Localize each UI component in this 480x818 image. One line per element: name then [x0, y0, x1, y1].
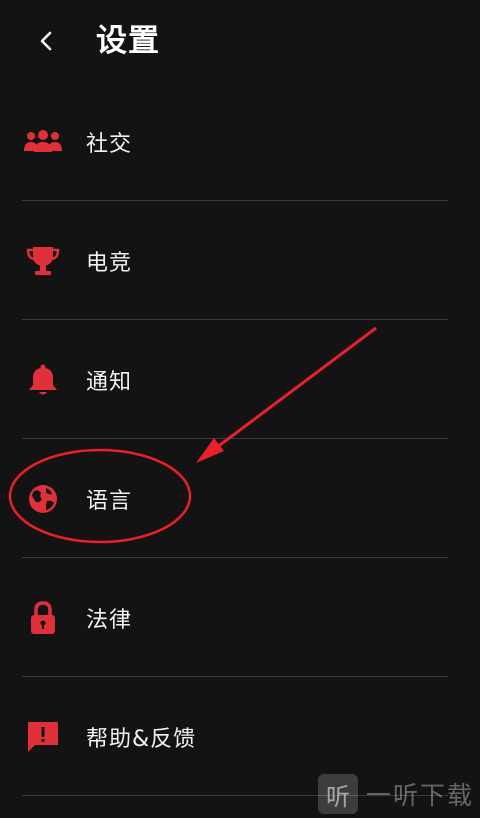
- menu-item-label: 通知: [86, 369, 133, 395]
- watermark: 听 一听下载: [316, 770, 480, 818]
- menu-item-label: 语言: [86, 488, 133, 514]
- watermark-logo: 听: [318, 774, 358, 814]
- back-button[interactable]: [26, 20, 68, 62]
- feedback-exclamation-icon: [22, 716, 64, 758]
- menu-item-label: 帮助&反馈: [86, 726, 197, 752]
- menu-item-language[interactable]: 语言: [0, 439, 480, 558]
- settings-menu: 社交 电竞 通知 语言 法律 帮助&反馈: [0, 82, 480, 796]
- page-title: 设置: [96, 23, 160, 59]
- menu-item-label: 社交: [86, 131, 133, 157]
- menu-item-label: 电竞: [86, 250, 133, 276]
- people-group-icon: [22, 121, 64, 163]
- menu-item-esports[interactable]: 电竞: [0, 201, 480, 320]
- menu-item-label: 法律: [86, 607, 133, 633]
- chevron-left-icon: [40, 31, 52, 51]
- menu-item-social[interactable]: 社交: [0, 82, 480, 201]
- trophy-icon: [22, 240, 64, 282]
- header: 设置: [0, 0, 480, 84]
- bell-icon: [22, 359, 64, 401]
- menu-item-notifications[interactable]: 通知: [0, 320, 480, 439]
- globe-icon: [22, 478, 64, 520]
- lock-icon: [22, 597, 64, 639]
- menu-item-legal[interactable]: 法律: [0, 558, 480, 677]
- watermark-text: 一听下载: [366, 781, 475, 810]
- settings-screen: 设置 社交 电竞 通知 语言 法律 帮助&反馈 听 一听下载: [0, 0, 480, 818]
